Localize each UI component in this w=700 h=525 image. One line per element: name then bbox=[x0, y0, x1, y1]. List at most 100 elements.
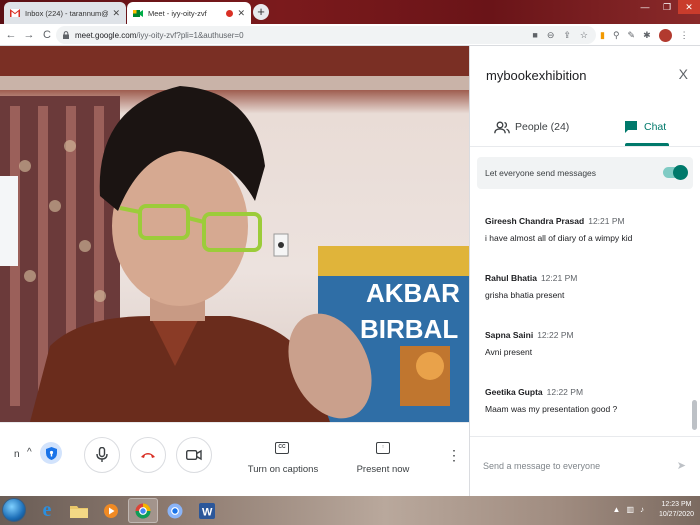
more-options-icon[interactable]: ⋮ bbox=[447, 448, 461, 462]
url-host: meet.google.com bbox=[75, 30, 137, 40]
maximize-button[interactable]: ❐ bbox=[656, 0, 678, 14]
zoom-icon[interactable]: ⊖ bbox=[547, 30, 555, 41]
present-screen-icon: ↑ bbox=[376, 442, 390, 454]
meet-icon bbox=[133, 8, 143, 18]
bookmark-star-icon[interactable]: ☆ bbox=[580, 30, 588, 41]
start-button[interactable] bbox=[2, 498, 26, 522]
chat-message: Rahul Bhatia 12:21 PM grisha bhatia prese… bbox=[485, 273, 685, 300]
closed-captions-icon: CC bbox=[275, 442, 289, 454]
tab-close-icon[interactable]: ✕ bbox=[112, 8, 120, 19]
extension-icon[interactable]: ✎ bbox=[628, 30, 636, 41]
meet-app: AKBAR BIRBAL n ^ CC Turn on captions ↑ P… bbox=[0, 46, 700, 496]
microphone-icon bbox=[96, 447, 108, 462]
internet-explorer-icon[interactable]: e bbox=[32, 498, 62, 523]
volume-icon[interactable]: ♪ bbox=[640, 505, 644, 514]
share-icon[interactable]: ⇪ bbox=[563, 30, 571, 41]
captions-label: Turn on captions bbox=[247, 464, 319, 475]
back-button[interactable]: ← bbox=[4, 29, 18, 41]
new-tab-button[interactable]: + bbox=[253, 4, 269, 20]
send-icon[interactable]: ➤ bbox=[677, 459, 686, 472]
message-sender: Sapna Saini bbox=[485, 330, 534, 340]
toggle-knob bbox=[673, 165, 688, 180]
let-everyone-send-toggle[interactable] bbox=[663, 165, 688, 180]
lock-icon bbox=[63, 31, 69, 39]
chat-side-panel: mybookexhibition X People (24) Chat Let … bbox=[469, 46, 700, 496]
message-text: i have almost all of diary of a wimpy ki… bbox=[485, 233, 633, 243]
window-controls: — ❐ ✕ bbox=[634, 0, 700, 14]
file-explorer-icon[interactable] bbox=[64, 498, 94, 523]
book-title-line1: AKBAR bbox=[366, 278, 460, 308]
url-bar[interactable]: meet.google.com/iyy-oity-zvf?pli=1&authu… bbox=[56, 26, 596, 44]
tab-gmail[interactable]: Inbox (224) - tarannum@theindi ✕ bbox=[4, 2, 126, 24]
forward-button[interactable]: → bbox=[22, 29, 36, 41]
puzzle-icon[interactable]: ✱ bbox=[643, 30, 651, 41]
search-icon[interactable]: ⚲ bbox=[613, 30, 620, 41]
message-text: Maam was my presentation good ? bbox=[485, 404, 618, 414]
clock-date: 10/27/2020 bbox=[658, 511, 694, 518]
setting-label: Let everyone send messages bbox=[485, 168, 597, 178]
message-time: 12:21 PM bbox=[540, 273, 578, 283]
tab-meet-title: Meet - iyy-oity-zvf bbox=[148, 8, 207, 18]
chrome-icon[interactable] bbox=[128, 498, 158, 523]
microphone-button[interactable] bbox=[84, 437, 120, 473]
minimize-button[interactable]: — bbox=[634, 0, 656, 14]
tab-people[interactable]: People (24) bbox=[494, 108, 569, 146]
chat-message-input[interactable]: Send a message to everyone bbox=[483, 461, 600, 471]
present-label: Present now bbox=[356, 464, 410, 475]
message-text: grisha bhatia present bbox=[485, 290, 565, 300]
leave-call-button[interactable] bbox=[130, 437, 166, 473]
tab-chat[interactable]: Chat bbox=[624, 108, 666, 146]
word-icon[interactable]: W bbox=[192, 498, 222, 523]
host-controls-shield-icon[interactable] bbox=[40, 442, 62, 464]
gmail-icon bbox=[10, 8, 20, 18]
people-icon bbox=[494, 121, 510, 133]
tab-gmail-title: Inbox (224) - tarannum@theindi bbox=[25, 8, 109, 18]
extension-icon[interactable]: ▮ bbox=[600, 30, 605, 41]
chat-permission-setting: Let everyone send messages bbox=[477, 157, 693, 189]
message-sender: Geetika Gupta bbox=[485, 387, 543, 397]
extensions-area: ▮ ⚲ ✎ ✱ ⋮ bbox=[600, 27, 689, 43]
message-text: Avni present bbox=[485, 347, 533, 357]
menu-kebab-icon[interactable]: ⋮ bbox=[680, 30, 689, 41]
recording-indicator-icon bbox=[226, 9, 234, 17]
windows-taskbar: e W ▲ ▥ ♪ 12:23 PM 10/27/2020 bbox=[0, 496, 700, 525]
system-tray: ▲ ▥ ♪ bbox=[613, 505, 644, 514]
divider bbox=[470, 436, 700, 437]
message-time: 12:21 PM bbox=[588, 216, 625, 226]
window-close-button[interactable]: ✕ bbox=[678, 0, 700, 14]
participant-video: AKBAR BIRBAL bbox=[0, 46, 469, 422]
book-title-line2: BIRBAL bbox=[360, 314, 458, 344]
message-sender: Rahul Bhatia bbox=[485, 273, 537, 283]
chat-scrollbar[interactable] bbox=[692, 400, 697, 430]
video-camera-icon bbox=[186, 449, 202, 461]
clock-time: 12:23 PM bbox=[661, 501, 692, 508]
url-path: /iyy-oity-zvf?pli=1&authuser=0 bbox=[136, 30, 244, 40]
chat-message: Gireesh Chandra Prasad 12:21 PM i have al… bbox=[485, 216, 685, 243]
tab-close-icon[interactable]: ✕ bbox=[237, 8, 245, 19]
video-frame-illustration: AKBAR BIRBAL bbox=[0, 46, 469, 422]
media-player-icon[interactable] bbox=[96, 498, 126, 523]
tray-expand-icon[interactable]: ▲ bbox=[613, 505, 621, 514]
svg-text:W: W bbox=[202, 506, 213, 518]
camera-permission-icon[interactable]: ■ bbox=[532, 30, 537, 41]
message-sender: Gireesh Chandra Prasad bbox=[485, 216, 585, 226]
chrome-profile-icon[interactable] bbox=[160, 498, 190, 523]
chat-icon bbox=[625, 121, 637, 133]
reload-button[interactable]: C bbox=[40, 29, 54, 41]
tab-meet[interactable]: Meet - iyy-oity-zvf ✕ bbox=[127, 2, 251, 24]
tab-chat-label: Chat bbox=[644, 121, 667, 133]
divider bbox=[470, 146, 700, 147]
message-time: 12:22 PM bbox=[537, 330, 574, 340]
chat-message: Geetika Gupta 12:22 PM Maam was my presen… bbox=[485, 387, 685, 414]
network-icon[interactable]: ▥ bbox=[626, 505, 634, 514]
address-toolbar: ← → C meet.google.com/iyy-oity-zvf?pli=1… bbox=[0, 24, 700, 46]
hang-up-icon bbox=[141, 453, 155, 458]
chevron-up-icon[interactable]: ^ bbox=[27, 447, 32, 458]
close-panel-button[interactable]: X bbox=[679, 66, 688, 82]
message-time: 12:22 PM bbox=[546, 387, 584, 397]
profile-avatar[interactable] bbox=[658, 28, 672, 42]
camera-button[interactable] bbox=[176, 437, 212, 473]
browser-tab-bar: Inbox (224) - tarannum@theindi ✕ Meet - … bbox=[0, 0, 700, 24]
meeting-details-truncated[interactable]: n bbox=[14, 449, 20, 460]
system-clock[interactable]: 12:23 PM 10/27/2020 bbox=[659, 500, 694, 520]
